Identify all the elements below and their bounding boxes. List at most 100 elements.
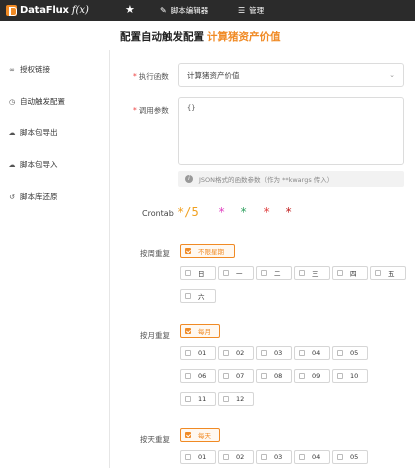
- checkbox-icon: [337, 350, 343, 356]
- crontab-month[interactable]: *: [263, 205, 270, 219]
- nav-manage[interactable]: ☰ 管理: [238, 0, 264, 21]
- day-option[interactable]: 03: [256, 450, 292, 464]
- cloud-upload-icon: ☁: [8, 160, 16, 169]
- weekday-option[interactable]: 日: [180, 266, 216, 280]
- day-option-label: 01: [198, 453, 207, 461]
- month-option-label: 02: [236, 349, 245, 357]
- month-option-label: 10: [350, 372, 359, 380]
- month-option[interactable]: 06: [180, 369, 216, 383]
- crontab-weekday[interactable]: *: [285, 205, 292, 219]
- checkbox-icon: [261, 373, 267, 379]
- sidebar-item-crontab-config[interactable]: ◷ 自动触发配置: [7, 96, 65, 107]
- day-any-checkbox[interactable]: 每天: [180, 428, 220, 442]
- nav-manage-label: 管理: [249, 6, 265, 15]
- checkbox-icon: [223, 396, 229, 402]
- month-option[interactable]: 04: [294, 346, 330, 360]
- crontab-hour[interactable]: *: [218, 205, 225, 219]
- info-icon: i: [185, 175, 193, 183]
- checkbox-icon: [185, 328, 191, 334]
- weekday-option-label: 六: [198, 293, 205, 301]
- month-option[interactable]: 02: [218, 346, 254, 360]
- checkbox-icon: [299, 350, 305, 356]
- weekday-option[interactable]: 二: [256, 266, 292, 280]
- month-option[interactable]: 01: [180, 346, 216, 360]
- weekday-option[interactable]: 三: [294, 266, 330, 280]
- sidebar: ∞ 授权链接 ◷ 自动触发配置 ☁ 脚本包导出 ☁ 脚本包导入 ↺ 脚本库还原: [0, 50, 110, 468]
- weekday-option[interactable]: 六: [180, 289, 216, 303]
- sidebar-item-label: 授权链接: [20, 65, 50, 74]
- day-option[interactable]: 04: [294, 450, 330, 464]
- star-icon[interactable]: ★: [125, 3, 135, 16]
- checkbox-icon: [261, 454, 267, 460]
- clock-icon: ◷: [8, 97, 16, 106]
- args-hint: i JSON格式的函数参数（作为 **kwargs 传入）: [178, 171, 404, 187]
- sidebar-item-script-export[interactable]: ☁ 脚本包导出: [7, 127, 58, 138]
- checkbox-icon: [375, 270, 381, 276]
- day-label: 按天重复: [140, 435, 170, 444]
- weekday-option[interactable]: 一: [218, 266, 254, 280]
- logo-mark-icon: [6, 5, 17, 16]
- sidebar-item-script-import[interactable]: ☁ 脚本包导入: [7, 159, 58, 170]
- month-option-label: 04: [312, 349, 321, 357]
- month-option-label: 05: [350, 349, 359, 357]
- month-option[interactable]: 08: [256, 369, 292, 383]
- checkbox-icon: [185, 373, 191, 379]
- args-hint-text: JSON格式的函数参数（作为 **kwargs 传入）: [199, 176, 334, 184]
- sidebar-item-script-restore[interactable]: ↺ 脚本库还原: [7, 191, 58, 202]
- checkbox-icon: [261, 350, 267, 356]
- cloud-download-icon: ☁: [8, 128, 16, 137]
- month-option[interactable]: 11: [180, 392, 216, 406]
- sidebar-item-label: 自动触发配置: [20, 97, 65, 106]
- month-option[interactable]: 12: [218, 392, 254, 406]
- month-label: 按月重复: [140, 331, 170, 340]
- day-option-label: 05: [350, 453, 359, 461]
- crontab-day[interactable]: *: [240, 205, 247, 219]
- args-label: * 调用参数: [133, 105, 169, 116]
- sidebar-item-label: 脚本库还原: [20, 192, 58, 201]
- func-label-text: 执行函数: [138, 72, 169, 81]
- checkbox-icon: [223, 350, 229, 356]
- day-option-label: 04: [312, 453, 321, 461]
- weekday-option-label: 四: [350, 270, 357, 278]
- logo-fx: f(x): [71, 5, 89, 16]
- app-logo[interactable]: DataFlux f(x): [6, 0, 89, 21]
- weekday-any-label: 不限星期: [198, 248, 224, 256]
- month-option[interactable]: 05: [332, 346, 368, 360]
- checkbox-icon: [337, 373, 343, 379]
- checkbox-icon: [299, 454, 305, 460]
- day-option[interactable]: 05: [332, 450, 368, 464]
- day-option[interactable]: 01: [180, 450, 216, 464]
- nav-script-editor[interactable]: ✎ 脚本编辑器: [160, 0, 208, 21]
- checkbox-icon: [185, 293, 191, 299]
- checkbox-icon: [299, 270, 305, 276]
- month-option[interactable]: 09: [294, 369, 330, 383]
- month-option[interactable]: 07: [218, 369, 254, 383]
- month-option-label: 03: [274, 349, 283, 357]
- sidebar-item-auth-link[interactable]: ∞ 授权链接: [7, 64, 50, 75]
- logo-text: DataFlux: [20, 5, 69, 16]
- month-option-label: 06: [198, 372, 207, 380]
- func-select-value: 计算猪资产价值: [187, 70, 240, 80]
- weekday-option[interactable]: 五: [370, 266, 406, 280]
- args-label-text: 调用参数: [138, 106, 169, 115]
- func-select[interactable]: 计算猪资产价值 ⌄: [178, 63, 404, 87]
- weekday-option[interactable]: 四: [332, 266, 368, 280]
- args-textarea[interactable]: {}: [178, 97, 404, 165]
- checkbox-icon: [223, 373, 229, 379]
- checkbox-icon: [223, 454, 229, 460]
- month-any-label: 每月: [198, 328, 211, 336]
- day-option[interactable]: 02: [218, 450, 254, 464]
- month-option-label: 01: [198, 349, 207, 357]
- restore-icon: ↺: [9, 192, 15, 201]
- month-any-checkbox[interactable]: 每月: [180, 324, 220, 338]
- day-any-label: 每天: [198, 432, 211, 440]
- checkbox-icon: [299, 373, 305, 379]
- month-option[interactable]: 03: [256, 346, 292, 360]
- month-option-label: 12: [236, 395, 245, 403]
- checkbox-icon: [185, 350, 191, 356]
- day-option-label: 03: [274, 453, 283, 461]
- month-option-label: 07: [236, 372, 245, 380]
- crontab-minute[interactable]: */5: [177, 205, 199, 219]
- weekday-any-checkbox[interactable]: 不限星期: [180, 244, 235, 258]
- month-option[interactable]: 10: [332, 369, 368, 383]
